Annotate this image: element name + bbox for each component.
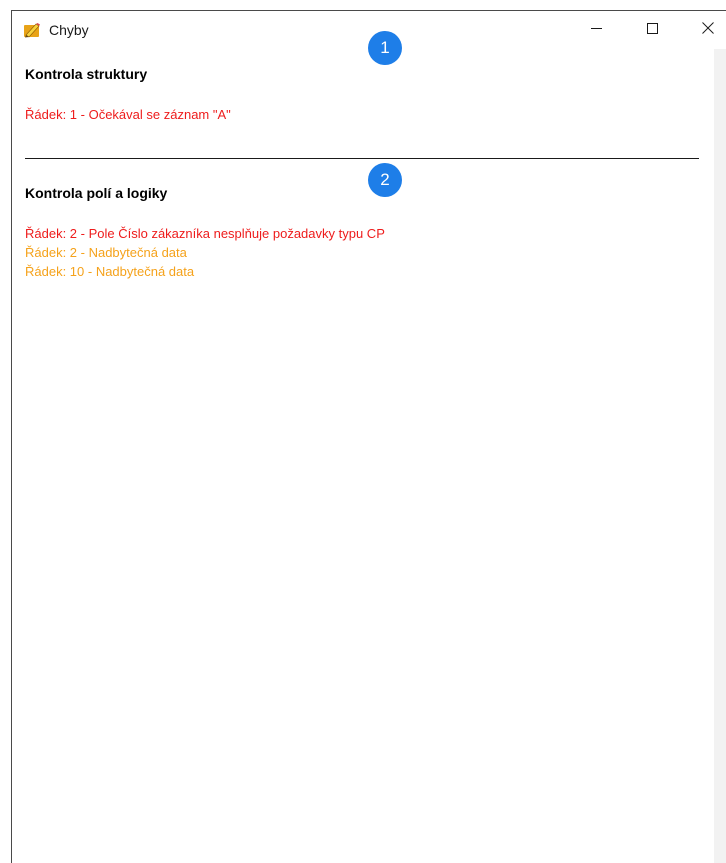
minimize-button[interactable] xyxy=(573,11,619,49)
maximize-button[interactable] xyxy=(629,11,675,49)
close-icon xyxy=(702,21,714,39)
message-line: Řádek: 2 - Pole Číslo zákazníka nesplňuj… xyxy=(25,226,385,241)
section-title-fields-logic: Kontrola polí a logiky xyxy=(25,185,168,201)
annotation-badge-1: 1 xyxy=(368,31,402,65)
message-line: Řádek: 1 - Očekával se záznam "A" xyxy=(25,107,231,122)
vertical-scrollbar[interactable] xyxy=(714,49,726,863)
section-divider xyxy=(25,158,699,159)
window-title: Chyby xyxy=(49,22,89,38)
message-line: Řádek: 10 - Nadbytečná data xyxy=(25,264,195,279)
maximize-icon xyxy=(646,21,658,39)
section-title-structure: Kontrola struktury xyxy=(25,66,148,82)
close-button[interactable] xyxy=(685,11,726,49)
message-line: Řádek: 2 - Nadbytečná data xyxy=(25,245,187,260)
minimize-icon xyxy=(590,21,602,39)
annotation-badge-2: 2 xyxy=(368,163,402,197)
pencil-icon xyxy=(23,22,41,38)
errors-content: 1 Kontrola struktury Řádek: 1 - Očekával… xyxy=(12,31,714,863)
errors-window: Chyby 1 Kontrola struktury Řádek: 1 - Oč… xyxy=(11,10,726,863)
